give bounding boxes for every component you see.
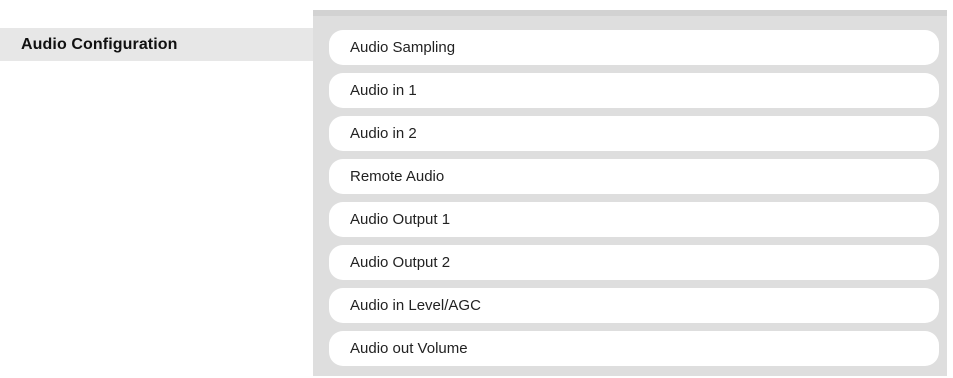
menu-item-label: Audio Output 2 [350,254,451,271]
audio-menu-panel: Audio Sampling Audio in 1 Audio in 2 Rem… [313,10,947,376]
menu-item-label: Audio in 2 [350,125,417,142]
menu-item-label: Audio out Volume [350,340,468,357]
menu-item-audio-output-1[interactable]: Audio Output 1 [329,202,939,237]
menu-item-label: Audio in Level/AGC [350,297,481,314]
menu-item-audio-sampling[interactable]: Audio Sampling [329,30,939,65]
menu-item-label: Audio in 1 [350,82,417,99]
menu-item-label: Audio Sampling [350,39,456,56]
menu-item-audio-out-volume[interactable]: Audio out Volume [329,331,939,366]
section-title: Audio Configuration [21,36,178,53]
menu-item-label: Remote Audio [350,168,445,185]
menu-item-audio-in-1[interactable]: Audio in 1 [329,73,939,108]
menu-item-remote-audio[interactable]: Remote Audio [329,159,939,194]
menu-item-audio-in-2[interactable]: Audio in 2 [329,116,939,151]
section-header: Audio Configuration [0,28,313,61]
menu-item-audio-in-level-agc[interactable]: Audio in Level/AGC [329,288,939,323]
menu-item-label: Audio Output 1 [350,211,451,228]
audio-menu-list: Audio Sampling Audio in 1 Audio in 2 Rem… [329,30,939,366]
menu-item-audio-output-2[interactable]: Audio Output 2 [329,245,939,280]
